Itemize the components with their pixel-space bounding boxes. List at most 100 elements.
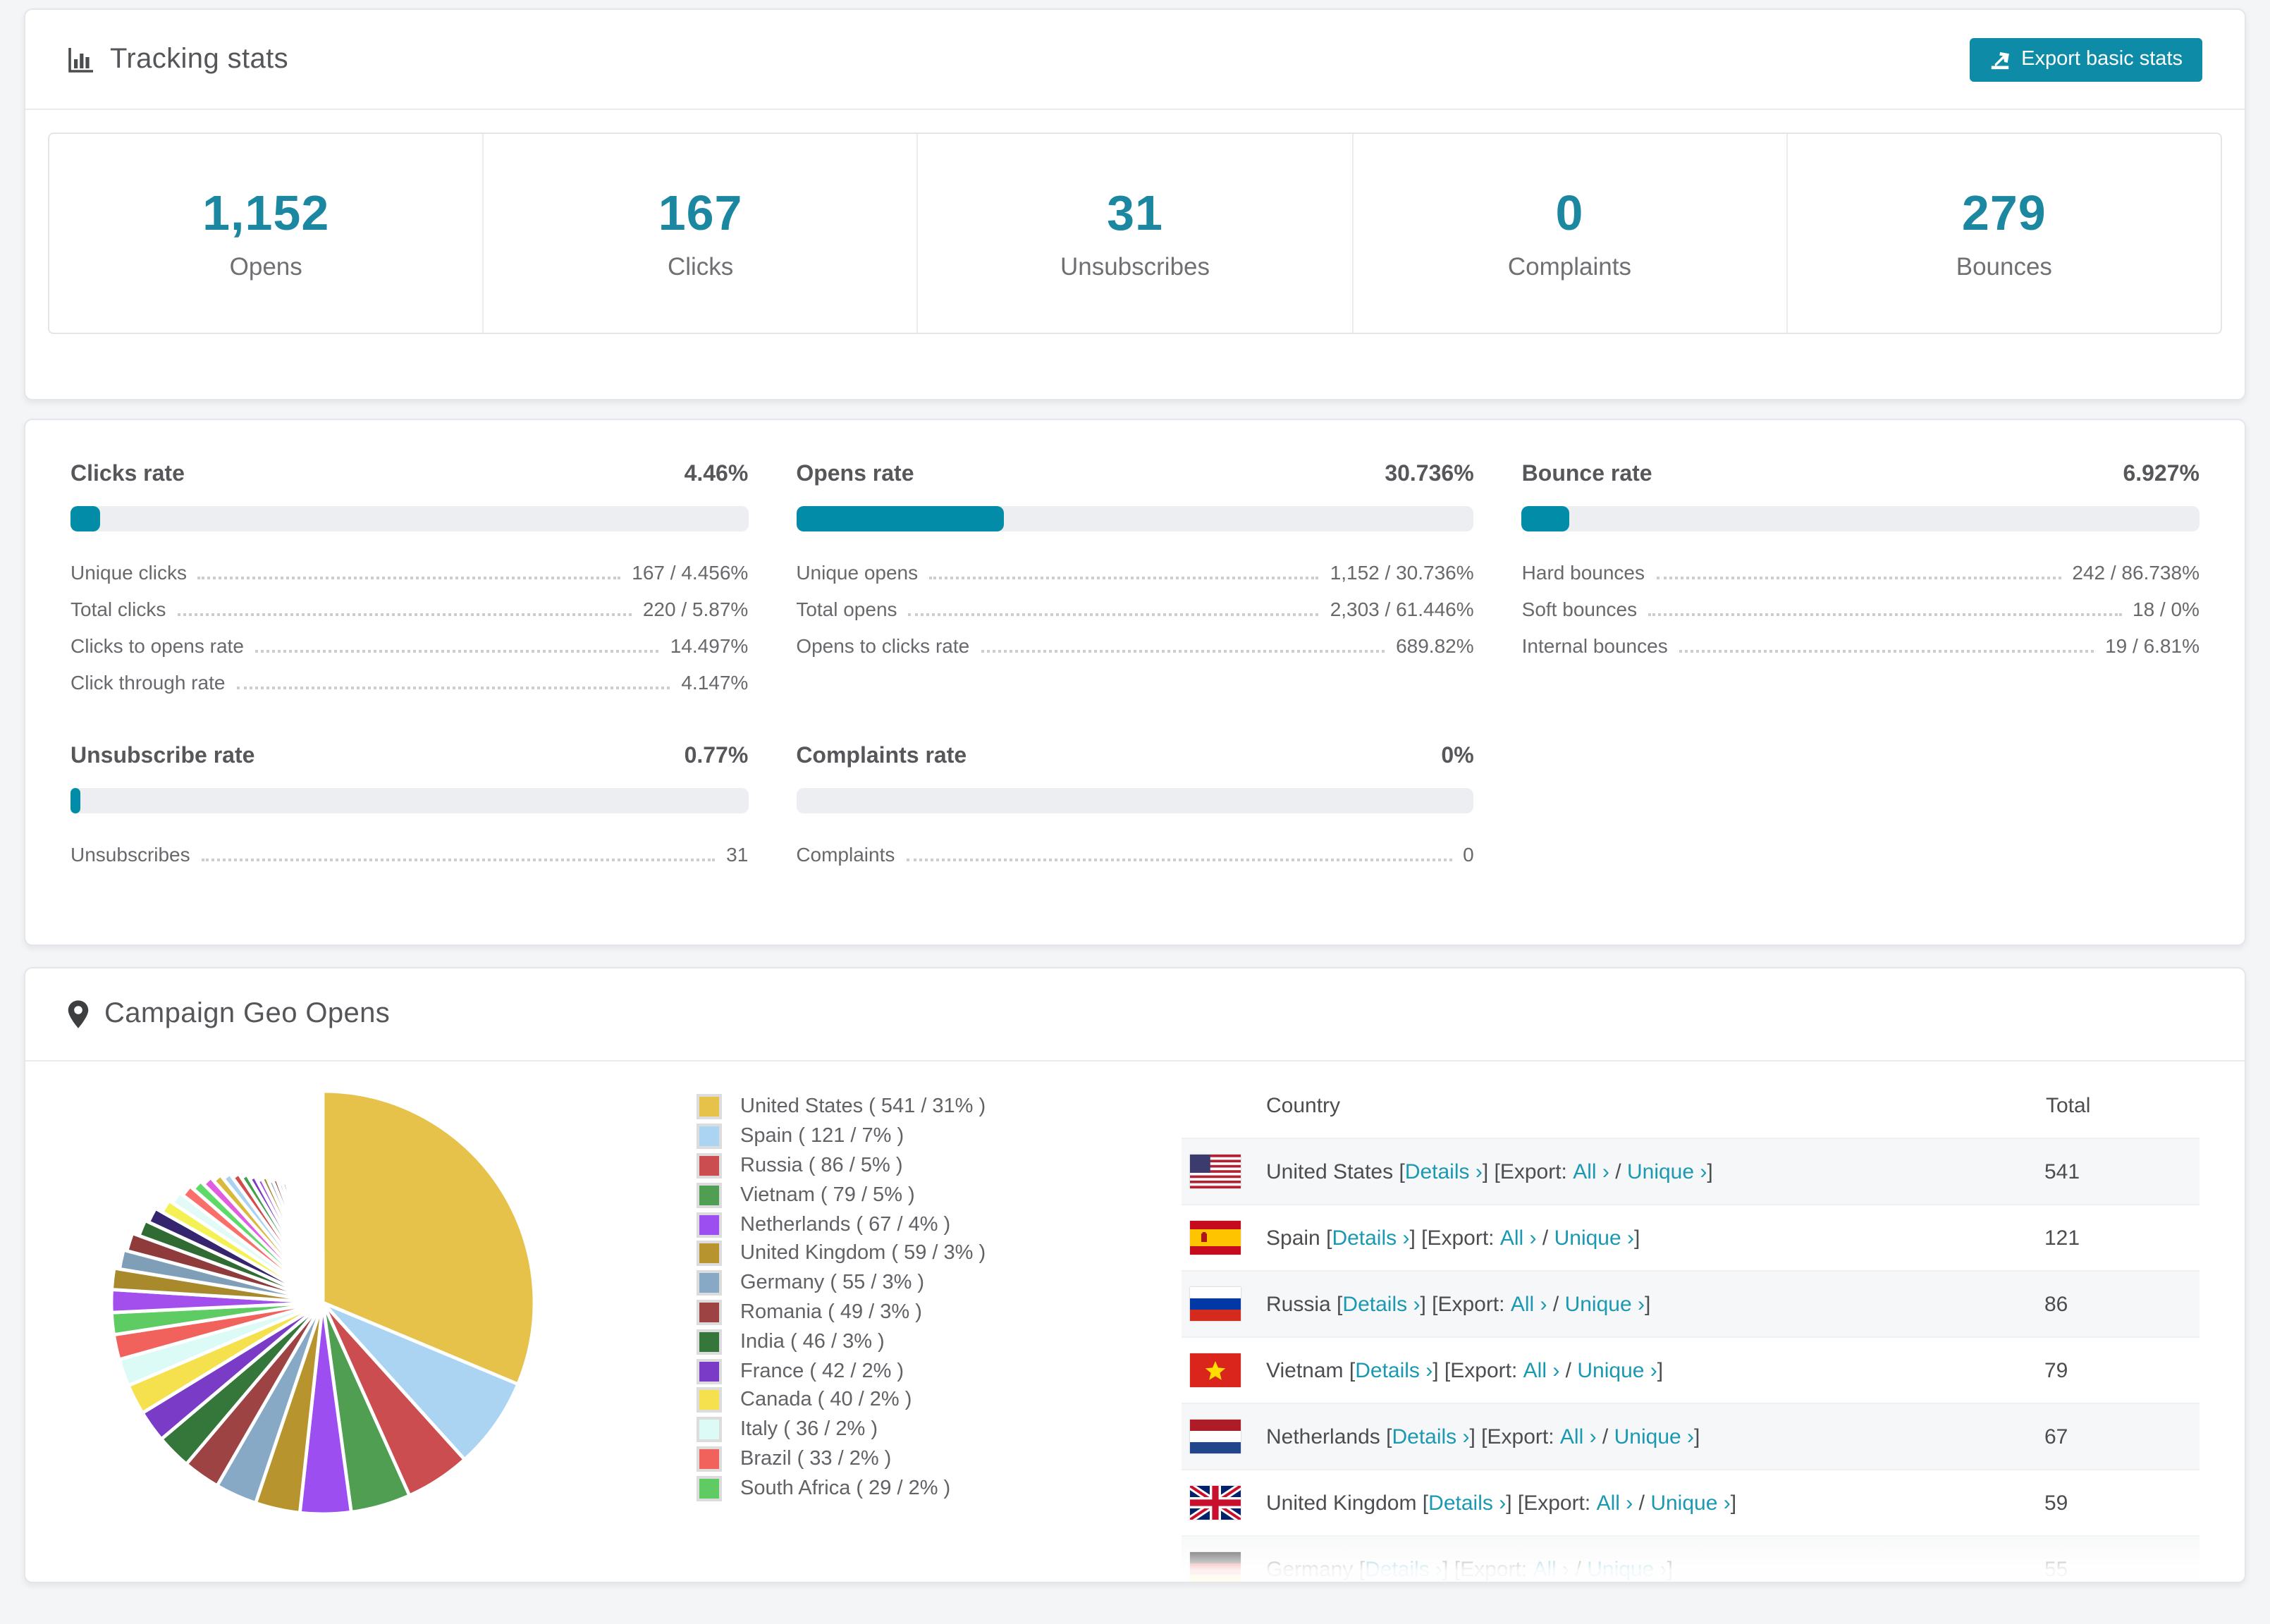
export-unique-link[interactable]: Unique › [1627, 1159, 1707, 1183]
details-link[interactable]: Details › [1342, 1292, 1420, 1316]
legend-swatch [697, 1446, 722, 1472]
dotted-leader [1679, 650, 2094, 653]
rate-title: Complaints rate [796, 744, 967, 770]
legend-label: Germany ( 55 / 3% ) [740, 1272, 924, 1294]
rate-row-label: Complaints [796, 843, 895, 866]
rate-value: 4.46% [685, 462, 749, 488]
details-link[interactable]: Details › [1332, 1226, 1409, 1250]
legend-label: Spain ( 121 / 7% ) [740, 1125, 904, 1148]
export-all-link[interactable]: All › [1573, 1159, 1609, 1183]
rate-value: 0.77% [685, 744, 749, 770]
tracking-stats-header: Tracking stats Export basic stats [25, 10, 2245, 110]
tracking-stats-card: Tracking stats Export basic stats 1,152O… [24, 8, 2246, 400]
export-all-link[interactable]: All › [1511, 1292, 1547, 1316]
legend-swatch [697, 1300, 722, 1325]
stat-cell-clicks: 167Clicks [484, 134, 918, 333]
details-link[interactable]: Details › [1405, 1159, 1483, 1183]
details-link[interactable]: Details › [1392, 1425, 1469, 1448]
country-name: Germany [1266, 1557, 1353, 1581]
rate-row-label: Opens to clicks rate [796, 634, 969, 657]
stat-cell-unsubscribes: 31Unsubscribes [919, 134, 1353, 333]
export-all-link[interactable]: All › [1523, 1358, 1560, 1382]
geo-table-wrap: Country Total United States [Details ›] … [1182, 1073, 2200, 1583]
export-unique-link[interactable]: Unique › [1565, 1292, 1645, 1316]
rate-row-value: 19 / 6.81% [2105, 634, 2200, 657]
geo-legend: United States ( 541 / 31% )Spain ( 121 /… [697, 1093, 1052, 1583]
country-total: 67 [2044, 1403, 2200, 1470]
legend-item-spain: Spain ( 121 / 7% ) [697, 1122, 1052, 1152]
rate-progress-bar [1522, 506, 2200, 531]
geo-card-body: United States ( 541 / 31% )Spain ( 121 /… [25, 1062, 2245, 1583]
rate-progress-fill [70, 788, 80, 813]
rate-progress-bar [796, 788, 1473, 813]
legend-item-italy: Italy ( 36 / 2% ) [697, 1415, 1052, 1445]
country-name: Netherlands [1266, 1425, 1380, 1448]
export-unique-link[interactable]: Unique › [1577, 1358, 1657, 1382]
stat-value: 279 [1962, 185, 2047, 242]
campaign-geo-opens-card: Campaign Geo Opens United States ( 541 /… [24, 967, 2246, 1583]
rate-row-value: 1,152 / 30.736% [1330, 561, 1474, 584]
legend-swatch [697, 1476, 722, 1501]
legend-item-india: India ( 46 / 3% ) [697, 1327, 1052, 1357]
bar-chart-icon [68, 46, 94, 73]
table-row-united-states: United States [Details ›] [Export: All ›… [1182, 1138, 2200, 1205]
dotted-leader [198, 577, 620, 579]
rate-row-clicks-to-opens-rate: Clicks to opens rate14.497% [70, 623, 748, 660]
rate-row-value: 0 [1463, 843, 1474, 866]
dotted-leader [202, 859, 716, 861]
export-unique-link[interactable]: Unique › [1587, 1557, 1667, 1581]
geo-card-header: Campaign Geo Opens [25, 968, 2245, 1062]
rate-row-label: Hard bounces [1522, 561, 1645, 584]
details-link[interactable]: Details › [1355, 1358, 1432, 1382]
flag-icon-de [1190, 1552, 1241, 1583]
dotted-leader [236, 687, 670, 689]
export-all-link[interactable]: All › [1560, 1425, 1597, 1448]
export-button-label: Export basic stats [2021, 48, 2183, 70]
rate-row-opens-to-clicks-rate: Opens to clicks rate 689.82% [796, 623, 1473, 660]
rate-row-label: Click through rate [70, 671, 225, 694]
rate-progress-fill [1522, 506, 1569, 531]
export-unique-link[interactable]: Unique › [1554, 1226, 1634, 1250]
legend-label: India ( 46 / 3% ) [740, 1331, 885, 1353]
rate-progress-fill [796, 506, 1004, 531]
geo-table: Country Total United States [Details ›] … [1182, 1073, 2200, 1583]
export-unique-link[interactable]: Unique › [1650, 1491, 1730, 1515]
country-name: Vietnam [1266, 1358, 1344, 1382]
geo-pie-chart [104, 1084, 541, 1521]
flag-icon-us [1190, 1155, 1241, 1188]
rate-row-value: 242 / 86.738% [2072, 561, 2200, 584]
flag-icon-vn [1190, 1353, 1241, 1387]
rate-value: 0% [1441, 744, 1473, 770]
export-unique-link[interactable]: Unique › [1614, 1425, 1694, 1448]
export-all-link[interactable]: All › [1533, 1557, 1570, 1581]
legend-item-united-kingdom: United Kingdom ( 59 / 3% ) [697, 1239, 1052, 1269]
legend-swatch [697, 1358, 722, 1384]
legend-item-canada: Canada ( 40 / 2% ) [697, 1386, 1052, 1415]
dotted-leader [906, 859, 1452, 861]
details-link[interactable]: Details › [1428, 1491, 1506, 1515]
flag-icon-nl [1190, 1420, 1241, 1453]
rate-row-value: 689.82% [1396, 634, 1474, 657]
stat-label: Complaints [1508, 252, 1631, 281]
flag-icon-es [1190, 1221, 1241, 1255]
stat-label: Clicks [668, 252, 733, 281]
legend-item-netherlands: Netherlands ( 67 / 4% ) [697, 1210, 1052, 1239]
rate-row-value: 167 / 4.456% [632, 561, 748, 584]
summary-stats-box: 1,152Opens167Clicks31Unsubscribes0Compla… [48, 133, 2222, 334]
country-total: 55 [2044, 1536, 2200, 1583]
total-column-header: Total [2044, 1073, 2200, 1138]
export-all-link[interactable]: All › [1597, 1491, 1633, 1515]
details-link[interactable]: Details › [1365, 1557, 1442, 1581]
table-row-netherlands: Netherlands [Details ›] [Export: All › /… [1182, 1403, 2200, 1470]
legend-swatch [697, 1095, 722, 1120]
export-basic-stats-button[interactable]: Export basic stats [1969, 37, 2202, 81]
geo-table-header-row: Country Total [1182, 1073, 2200, 1138]
legend-item-russia: Russia ( 86 / 5% ) [697, 1151, 1052, 1181]
rate-row-label: Unique opens [796, 561, 918, 584]
rate-row-value: 220 / 5.87% [643, 598, 748, 620]
rate-panel-complaints-rate: Complaints rate 0% Complaints 0 [796, 744, 1473, 868]
export-all-link[interactable]: All › [1500, 1226, 1537, 1250]
rate-title: Unsubscribe rate [70, 744, 254, 770]
rate-row-unique-opens: Unique opens 1,152 / 30.736% [796, 550, 1473, 586]
stat-cell-opens: 1,152Opens [49, 134, 484, 333]
